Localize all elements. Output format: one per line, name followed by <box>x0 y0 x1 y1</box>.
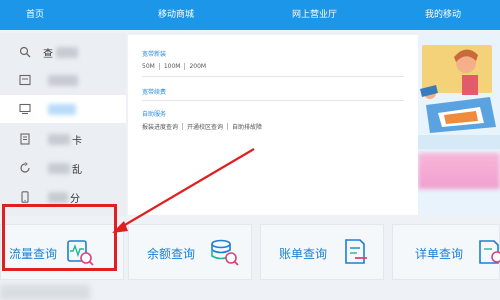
nav-mobile-mall[interactable]: 移动商城 <box>158 0 194 30</box>
balance-query-icon <box>211 239 239 266</box>
tile-label: 详单查询 <box>415 247 464 261</box>
option-100m[interactable]: 100M <box>164 63 181 70</box>
nav-home[interactable]: 首页 <box>26 0 44 30</box>
broadband-menu-panel: 宽带新装 50M 100M 200M 宽带续费 自助服务 报装进度查询 开通校区… <box>128 35 420 215</box>
tile-balance-query[interactable]: 余额查询 <box>128 224 252 280</box>
sidebar: 查 卡 乱 分 <box>0 33 126 216</box>
sidebar-item-2[interactable] <box>0 66 126 94</box>
bill-query-icon <box>345 239 367 264</box>
wallet-icon <box>18 73 32 87</box>
divider <box>142 76 404 77</box>
self-service-options: 报装进度查询 开通校区查询 自助排故障 <box>142 122 262 131</box>
sidebar-item-refresh[interactable]: 乱 <box>0 154 126 182</box>
sidebar-item-label: 查 <box>43 49 53 60</box>
sidebar-item-label: 乱 <box>72 165 82 176</box>
card-icon <box>18 132 32 146</box>
option-200m[interactable]: 200M <box>189 63 206 70</box>
sidebar-item-label: 卡 <box>72 136 82 147</box>
tile-detail-query[interactable]: 详单查询 <box>392 224 500 280</box>
option-install-progress[interactable]: 报装进度查询 <box>142 122 178 131</box>
option-campus-query[interactable]: 开通校区查询 <box>187 122 223 131</box>
broadband-icon <box>18 102 32 116</box>
detail-query-icon <box>479 240 500 264</box>
option-50m[interactable]: 50M <box>142 63 155 70</box>
refresh-icon <box>18 161 32 175</box>
phone-icon <box>18 190 32 204</box>
nav-online-hall[interactable]: 网上营业厅 <box>292 0 337 30</box>
nav-my-mobile[interactable]: 我的移动 <box>425 0 461 30</box>
search-icon <box>18 45 32 59</box>
sidebar-item-broadband[interactable] <box>0 95 126 123</box>
speed-options: 50M 100M 200M <box>142 63 206 70</box>
divider <box>142 100 404 101</box>
tile-label: 余额查询 <box>147 247 196 261</box>
banner-caption <box>418 153 500 189</box>
promo-banner[interactable] <box>418 35 500 215</box>
option-self-troubleshoot[interactable]: 自助排故障 <box>232 122 262 131</box>
sidebar-item-query[interactable]: 查 <box>0 38 126 66</box>
section-title-renew-broadband[interactable]: 宽带续费 <box>142 87 166 96</box>
tile-bill-query[interactable]: 账单查询 <box>260 224 384 280</box>
top-nav: 首页 移动商城 网上营业厅 我的移动 <box>0 0 500 30</box>
sidebar-item-card[interactable]: 卡 <box>0 125 126 153</box>
bottom-blurred-area <box>0 285 90 300</box>
tile-label: 账单查询 <box>279 247 328 261</box>
sidebar-item-label: 分 <box>70 194 80 205</box>
annotation-highlight-box <box>2 204 117 271</box>
section-title-self-service[interactable]: 自助服务 <box>142 109 166 118</box>
section-title-new-broadband[interactable]: 宽带新装 <box>142 49 166 58</box>
